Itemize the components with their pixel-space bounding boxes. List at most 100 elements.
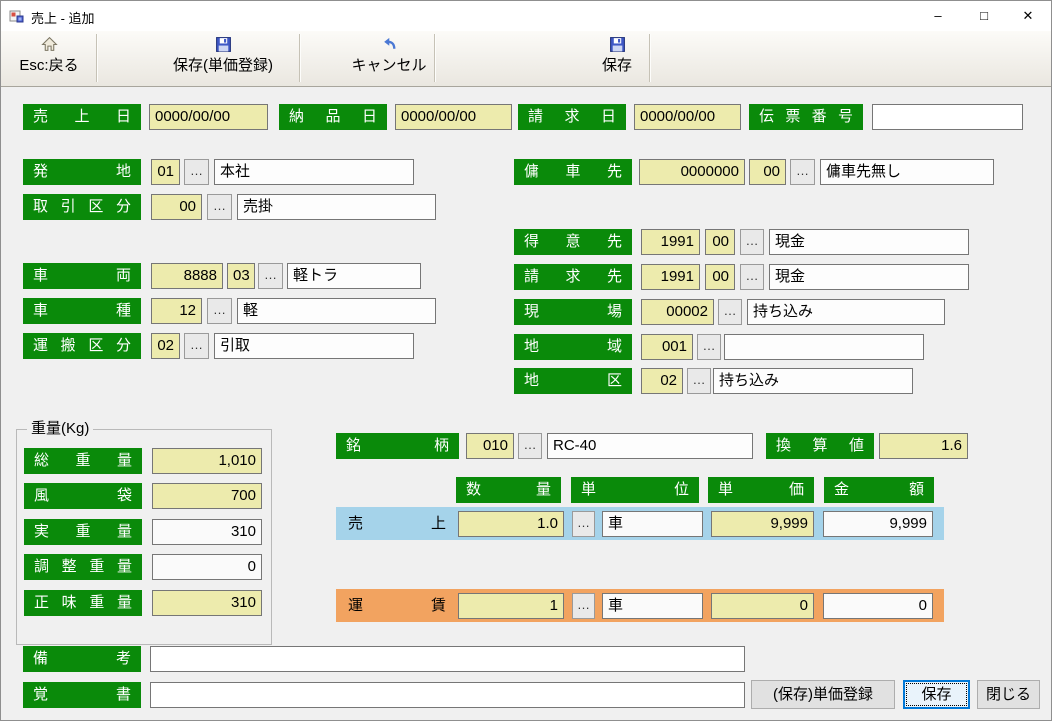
toolbar: Esc:戻る 保存(単価登録) キャンセル 保存 [1, 31, 1051, 87]
vehicle-browse-button[interactable]: … [258, 263, 283, 289]
amount-header: 金額 [824, 477, 934, 503]
sales-date-label: 売上日 [23, 104, 141, 130]
toolbar-cancel-button[interactable]: キャンセル [345, 33, 433, 83]
transport-type-browse-button[interactable]: … [184, 333, 209, 359]
transaction-type-browse-button[interactable]: … [207, 194, 232, 220]
district-label: 地区 [514, 368, 632, 394]
vehicle-type-name-field: 軽 [237, 298, 436, 324]
site-name-field: 持ち込み [747, 299, 945, 325]
vehicle-name-field: 軽トラ [287, 263, 421, 289]
district-browse-button[interactable]: … [687, 368, 711, 394]
area-code-field[interactable]: 001 [641, 334, 693, 360]
origin-name-field: 本社 [214, 159, 414, 185]
sales-qty-field[interactable]: 1.0 [458, 511, 564, 537]
brand-browse-button[interactable]: … [518, 433, 542, 459]
conversion-field[interactable]: 1.6 [879, 433, 968, 459]
delivery-date-field[interactable]: 0000/00/00 [395, 104, 512, 130]
customer-name-field: 現金 [769, 229, 969, 255]
memo-label: 覚書 [23, 682, 141, 708]
toolbar-separator [96, 34, 98, 82]
save-unit-price-button[interactable]: (保存)単価登録 [751, 680, 895, 709]
sales-row-label: 売上 [342, 511, 452, 537]
hired-truck-sub-field[interactable]: 00 [749, 159, 786, 185]
transaction-type-code-field[interactable]: 00 [151, 194, 202, 220]
customer-browse-button[interactable]: … [740, 229, 764, 255]
area-label: 地域 [514, 334, 632, 360]
floppy-icon [609, 36, 626, 53]
origin-browse-button[interactable]: … [184, 159, 209, 185]
window-title: 売上 - 追加 [31, 8, 95, 27]
voucher-no-label: 伝票番号 [749, 104, 863, 130]
actual-weight-label: 実重量 [24, 519, 142, 545]
hired-truck-label: 傭車先 [514, 159, 632, 185]
freight-unit-browse-button[interactable]: … [572, 593, 595, 619]
billing-date-field[interactable]: 0000/00/00 [634, 104, 741, 130]
transaction-type-label: 取引区分 [23, 194, 141, 220]
sales-amount-field: 9,999 [823, 511, 933, 537]
gross-weight-label: 総重量 [24, 448, 142, 474]
save-button[interactable]: 保存 [903, 680, 970, 709]
sales-unit-browse-button[interactable]: … [572, 511, 595, 537]
hired-truck-browse-button[interactable]: … [790, 159, 815, 185]
sales-add-window: 売上 - 追加 – □ ✕ Esc:戻る 保存(単価登録) キャンセル 保存 売… [0, 0, 1052, 721]
site-browse-button[interactable]: … [718, 299, 742, 325]
brand-label: 銘柄 [336, 433, 459, 459]
billing-date-label: 請求日 [518, 104, 626, 130]
area-browse-button[interactable]: … [697, 334, 721, 360]
maximize-button[interactable]: □ [961, 1, 1007, 31]
freight-unit-field[interactable]: 車 [602, 593, 703, 619]
home-icon [41, 36, 58, 53]
vehicle-type-browse-button[interactable]: … [207, 298, 232, 324]
net-weight-field[interactable]: 310 [152, 590, 262, 616]
origin-label: 発地 [23, 159, 141, 185]
customer-code-field[interactable]: 1991 [641, 229, 700, 255]
title-bar: 売上 - 追加 – □ ✕ [1, 1, 1051, 31]
weight-group-title: 重量(Kg) [27, 420, 93, 438]
brand-code-field[interactable]: 010 [466, 433, 514, 459]
app-icon [9, 8, 25, 24]
site-code-field[interactable]: 00002 [641, 299, 714, 325]
sales-date-field[interactable]: 0000/00/00 [149, 104, 268, 130]
delivery-date-label: 納品日 [279, 104, 387, 130]
freight-unit-price-field[interactable]: 0 [711, 593, 814, 619]
remarks-label: 備考 [23, 646, 141, 672]
adjust-weight-label: 調整重量 [24, 554, 142, 580]
freight-row-label: 運賃 [342, 593, 452, 619]
hired-truck-code-field[interactable]: 0000000 [639, 159, 745, 185]
freight-qty-field[interactable]: 1 [458, 593, 564, 619]
gross-weight-field[interactable]: 1,010 [152, 448, 262, 474]
freight-amount-field: 0 [823, 593, 933, 619]
billing-to-name-field: 現金 [769, 264, 969, 290]
actual-weight-field: 310 [152, 519, 262, 545]
memo-field[interactable] [150, 682, 745, 708]
origin-code-field[interactable]: 01 [151, 159, 180, 185]
transport-type-code-field[interactable]: 02 [151, 333, 180, 359]
billing-to-browse-button[interactable]: … [740, 264, 764, 290]
tare-weight-field[interactable]: 700 [152, 483, 262, 509]
sales-unit-price-field[interactable]: 9,999 [711, 511, 814, 537]
vehicle-sub-field[interactable]: 03 [227, 263, 255, 289]
customer-sub-field[interactable]: 00 [705, 229, 735, 255]
transport-type-name-field: 引取 [214, 333, 414, 359]
close-form-button[interactable]: 閉じる [977, 680, 1040, 709]
billing-to-sub-field[interactable]: 00 [705, 264, 735, 290]
undo-icon [381, 36, 398, 53]
vehicle-type-code-field[interactable]: 12 [151, 298, 202, 324]
close-button[interactable]: ✕ [1005, 1, 1051, 31]
minimize-button[interactable]: – [915, 1, 961, 31]
toolbar-save-unit-price-button[interactable]: 保存(単価登録) [149, 33, 297, 83]
toolbar-back-button[interactable]: Esc:戻る [3, 33, 95, 83]
conversion-label: 換算値 [766, 433, 874, 459]
district-code-field[interactable]: 02 [641, 368, 683, 394]
vehicle-code-field[interactable]: 8888 [151, 263, 223, 289]
remarks-field[interactable] [150, 646, 745, 672]
transport-type-label: 運搬区分 [23, 333, 141, 359]
transaction-type-name-field: 売掛 [237, 194, 436, 220]
brand-name-field: RC-40 [547, 433, 753, 459]
vehicle-type-label: 車種 [23, 298, 141, 324]
toolbar-save-button[interactable]: 保存 [587, 33, 647, 83]
voucher-no-field[interactable] [872, 104, 1023, 130]
net-weight-label: 正味重量 [24, 590, 142, 616]
sales-unit-field[interactable]: 車 [602, 511, 703, 537]
billing-to-code-field[interactable]: 1991 [641, 264, 700, 290]
